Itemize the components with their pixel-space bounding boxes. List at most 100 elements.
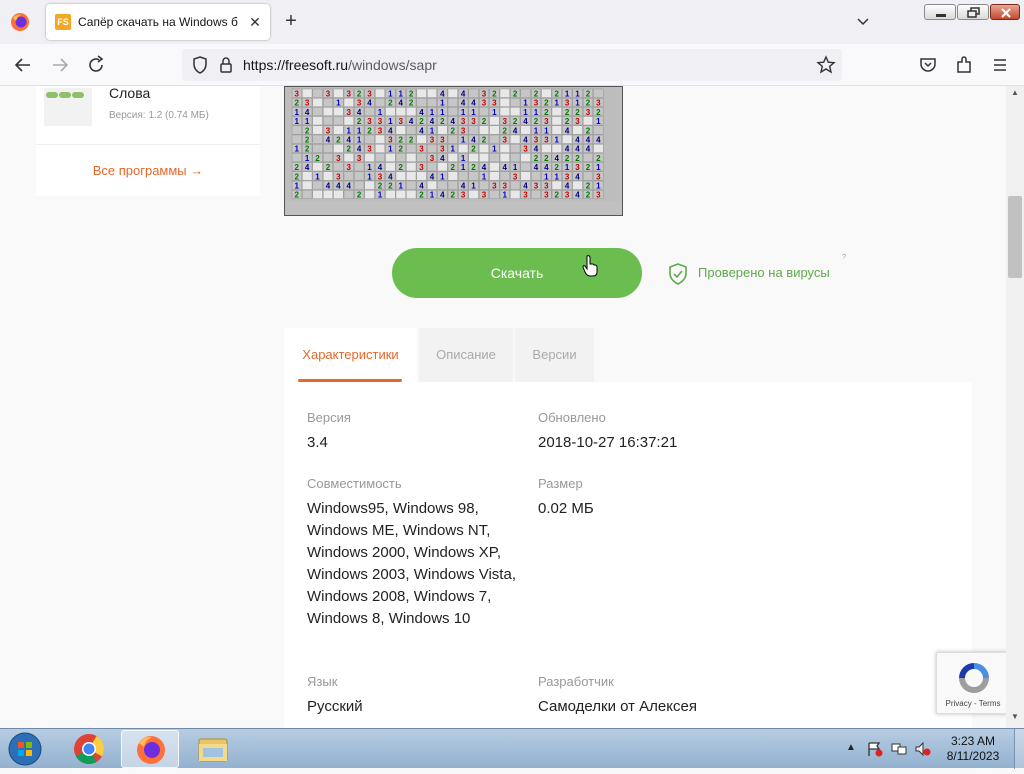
firefox-menu-icon[interactable] (10, 12, 30, 32)
restore-icon (967, 7, 980, 18)
svg-text:3: 3 (503, 136, 508, 145)
system-clock[interactable]: 3:23 AM 8/11/2023 (940, 734, 1006, 764)
windows-start-button[interactable] (4, 730, 46, 768)
lock-icon[interactable] (214, 53, 238, 77)
download-button[interactable]: Скачать (392, 248, 642, 298)
window-close-button[interactable] (990, 4, 1020, 20)
updated-value: 2018-10-27 16:37:21 (538, 434, 678, 451)
svg-text:1: 1 (440, 99, 445, 108)
svg-text:4: 4 (409, 117, 414, 126)
volume-muted-icon[interactable] (914, 741, 932, 757)
svg-text:1: 1 (451, 145, 456, 154)
svg-text:3: 3 (430, 136, 435, 145)
forward-arrow-icon[interactable] (48, 53, 72, 77)
scroll-up-arrow-icon[interactable]: ▲ (1006, 88, 1024, 102)
svg-text:3: 3 (565, 191, 570, 200)
browser-tab[interactable]: FS Сапёр скачать на Windows бе ✕ (46, 4, 270, 40)
extensions-puzzle-icon[interactable] (952, 53, 976, 77)
tracking-protection-shield-icon[interactable] (188, 53, 212, 77)
developer-label: Разработчик (538, 674, 614, 689)
svg-text:2: 2 (534, 90, 539, 99)
recaptcha-badge[interactable]: Privacy - Terms (936, 652, 1006, 714)
shield-check-icon (669, 263, 687, 285)
bookmark-star-icon[interactable] (814, 53, 838, 77)
svg-text:3: 3 (295, 90, 300, 99)
svg-text:2: 2 (295, 191, 300, 200)
windows-taskbar: ▲ 3:23 AM 8/11/2023 (0, 728, 1024, 769)
new-tab-button[interactable]: + (280, 10, 302, 32)
list-all-tabs-icon[interactable] (852, 12, 874, 32)
svg-text:4: 4 (440, 90, 445, 99)
developer-value[interactable]: Самоделки от Алексея (538, 696, 697, 718)
all-programs-link[interactable]: Все программы → (36, 144, 260, 196)
svg-text:2: 2 (534, 117, 539, 126)
svg-text:1: 1 (596, 117, 601, 126)
window-minimize-button[interactable] (924, 4, 956, 20)
recaptcha-links[interactable]: Privacy - Terms (937, 699, 1006, 708)
svg-text:3: 3 (534, 182, 539, 191)
freesoft-favicon-icon: FS (55, 14, 71, 30)
minesweeper-grid-image: 3 3 3 2 3 1 1 2 4 4 3 2 2 2 2 1 1 22 3 1 3 4 2 4 2 1 4 4 3 3 1 3 2 1 3 1 2 31… (285, 87, 622, 215)
svg-text:2: 2 (336, 136, 341, 145)
show-desktop-button[interactable] (1014, 729, 1024, 769)
svg-text:2: 2 (575, 108, 580, 117)
svg-text:2: 2 (347, 145, 352, 154)
minesweeper-screenshot[interactable]: 3332311244322221122313424214433132131231… (284, 86, 623, 216)
svg-text:1: 1 (471, 182, 476, 191)
help-question-icon[interactable]: ? (842, 254, 852, 264)
svg-text:1: 1 (305, 117, 310, 126)
page-scrollbar[interactable]: ▲ ▼ (1006, 86, 1024, 728)
svg-text:4: 4 (534, 145, 539, 154)
pocket-icon[interactable] (916, 53, 940, 77)
svg-text:2: 2 (513, 117, 518, 126)
svg-text:3: 3 (523, 191, 528, 200)
svg-text:3: 3 (544, 191, 549, 200)
svg-text:1: 1 (461, 163, 466, 172)
tab-characteristics[interactable]: Характеристики (284, 328, 417, 382)
scroll-thumb[interactable] (1008, 196, 1022, 278)
window-restore-button[interactable] (957, 4, 989, 20)
show-hidden-icons-icon[interactable]: ▲ (846, 742, 856, 753)
svg-text:2: 2 (409, 90, 414, 99)
svg-text:3: 3 (471, 117, 476, 126)
svg-text:3: 3 (367, 90, 372, 99)
svg-text:2: 2 (367, 126, 372, 135)
taskbar-chrome[interactable] (60, 730, 118, 768)
hamburger-menu-icon[interactable] (988, 53, 1012, 77)
svg-text:2: 2 (388, 182, 393, 191)
close-tab-icon[interactable]: ✕ (246, 13, 264, 31)
taskbar-firefox[interactable] (121, 730, 179, 768)
network-icon[interactable] (890, 741, 908, 757)
svg-text:2: 2 (399, 136, 404, 145)
svg-text:3: 3 (347, 163, 352, 172)
tab-description[interactable]: Описание (419, 328, 513, 382)
svg-text:4: 4 (503, 163, 508, 172)
svg-text:3: 3 (326, 126, 331, 135)
svg-text:4: 4 (544, 163, 549, 172)
svg-text:1: 1 (430, 108, 435, 117)
svg-text:4: 4 (357, 145, 362, 154)
svg-text:1: 1 (596, 163, 601, 172)
svg-text:4: 4 (575, 145, 580, 154)
action-center-flag-icon[interactable] (866, 741, 884, 757)
svg-text:1: 1 (388, 90, 393, 99)
svg-text:4: 4 (523, 117, 528, 126)
address-bar[interactable]: https://freesoft.ru/windows/sapr (182, 49, 842, 81)
svg-text:2: 2 (555, 90, 560, 99)
svg-text:2: 2 (544, 108, 549, 117)
svg-text:2: 2 (399, 163, 404, 172)
url-text[interactable]: https://freesoft.ru/windows/sapr (243, 57, 437, 73)
svg-text:2: 2 (388, 99, 393, 108)
tab-versions[interactable]: Версии (515, 328, 594, 382)
reload-icon[interactable] (84, 53, 108, 77)
svg-text:4: 4 (399, 99, 404, 108)
program-name[interactable]: Слова (109, 86, 150, 101)
back-arrow-icon[interactable] (11, 53, 35, 77)
navigation-toolbar: https://freesoft.ru/windows/sapr (0, 44, 1024, 86)
taskbar-explorer[interactable] (184, 730, 242, 768)
svg-text:1: 1 (378, 191, 383, 200)
svg-text:2: 2 (451, 191, 456, 200)
svg-text:1: 1 (534, 108, 539, 117)
tab-description-label: Описание (436, 347, 496, 362)
scroll-down-arrow-icon[interactable]: ▼ (1006, 712, 1024, 726)
